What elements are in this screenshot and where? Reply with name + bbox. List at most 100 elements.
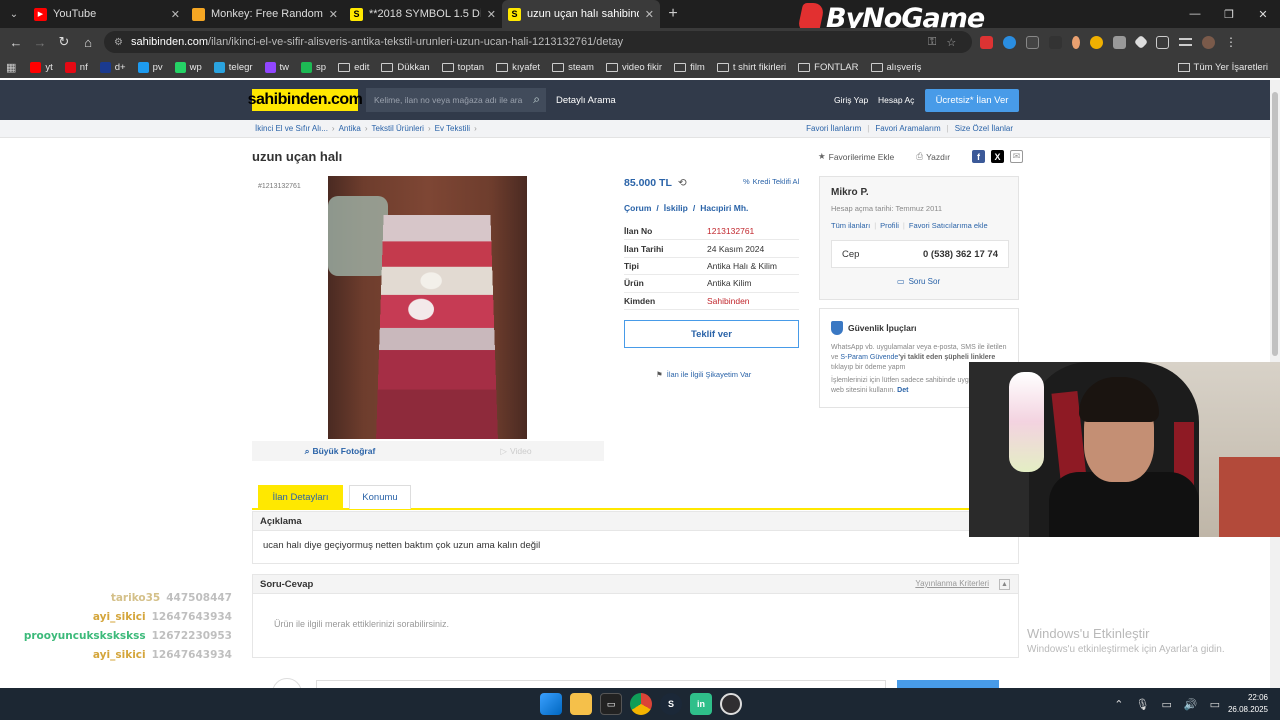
extension-icon[interactable] [1026, 35, 1039, 49]
question-input[interactable] [316, 680, 886, 688]
bookmark-folder[interactable]: FONTLAR [798, 62, 859, 73]
extension-icon[interactable] [1003, 35, 1016, 49]
bookmark-yt[interactable]: yt [30, 61, 53, 73]
extension-icon[interactable] [1133, 34, 1149, 50]
seller-link[interactable]: Profili [880, 221, 899, 230]
tab-close-icon[interactable]: ✕ [645, 8, 654, 21]
bookmark-folder[interactable]: video fikir [605, 62, 662, 73]
phone-number[interactable]: 0 (538) 362 17 74 [923, 249, 998, 260]
windows-start-icon[interactable] [540, 693, 562, 715]
forward-icon[interactable]: → [28, 35, 52, 50]
bookmark-folder[interactable]: Dükkan [381, 62, 430, 73]
bookmark-star-icon[interactable]: ☆ [946, 36, 956, 49]
extensions-puzzle-icon[interactable] [1156, 35, 1169, 49]
terminal-icon[interactable]: ▭ [600, 693, 622, 715]
extension-icon[interactable] [1072, 35, 1080, 49]
tab-close-icon[interactable]: ✕ [487, 8, 496, 21]
collapse-icon[interactable]: ▲ [999, 579, 1010, 590]
taskbar-clock[interactable]: 22:06 26.08.2025 [1228, 692, 1268, 716]
tab-close-icon[interactable]: ✕ [329, 8, 338, 21]
post-ad-button[interactable]: Ücretsiz* İlan Ver [925, 89, 1019, 112]
add-favorite-button[interactable]: ★ Favorilerime Ekle [818, 151, 894, 162]
bookmark-folder[interactable]: edit [338, 62, 369, 73]
complaint-link[interactable]: ⚑ İlan ile İlgili Şikayetim Var [656, 370, 751, 379]
password-key-icon[interactable]: ⚿ [928, 36, 936, 49]
breadcrumb-item[interactable]: Tekstil Ürünleri [372, 124, 424, 133]
info-value[interactable]: Sahibinden [707, 296, 750, 306]
tab-close-icon[interactable]: ✕ [171, 8, 180, 21]
price-history-icon[interactable]: ⟲ [678, 177, 687, 189]
menu-kebab-icon[interactable]: ⋮ [1225, 35, 1237, 49]
tab-search-chevron-icon[interactable]: ⌄ [0, 0, 28, 28]
reading-list-icon[interactable] [1179, 38, 1192, 46]
credit-offer-link[interactable]: % Kredi Teklifi Al [743, 177, 799, 186]
profile-avatar[interactable] [1202, 35, 1215, 49]
volume-icon[interactable]: 🔊 [1184, 698, 1198, 711]
battery-icon[interactable]: ▭ [1210, 698, 1220, 711]
listing-photo[interactable] [328, 176, 527, 439]
new-tab-button[interactable]: + [660, 5, 686, 23]
bookmark-folder[interactable]: film [674, 62, 705, 73]
search-input[interactable] [374, 95, 524, 105]
bookmark-d+[interactable]: d+ [99, 61, 126, 73]
favorite-link[interactable]: Favori Aramalarım [875, 124, 940, 133]
scrollbar-thumb[interactable] [1272, 92, 1278, 356]
obs-icon[interactable] [720, 693, 742, 715]
email-icon[interactable]: ✉ [1010, 150, 1024, 163]
back-icon[interactable]: ← [4, 35, 28, 50]
tab-listing-details[interactable]: İlan Detayları [258, 485, 343, 509]
detailed-search-link[interactable]: Detaylı Arama [556, 95, 616, 106]
browser-tab[interactable]: S **2018 SYMBOL 1.5 DİZEL TRA ✕ [344, 0, 502, 28]
extension-icon[interactable] [980, 35, 993, 49]
browser-tab[interactable]: ▶ YouTube ✕ [28, 0, 186, 28]
bookmark-tw[interactable]: tw [264, 61, 289, 73]
seller-link[interactable]: Favori Satıcılarıma ekle [909, 221, 988, 230]
all-bookmarks-folder[interactable]: Tüm Yer İşaretleri [1177, 56, 1268, 78]
bookmark-folder[interactable]: steam [552, 62, 594, 73]
reload-icon[interactable]: ↻ [52, 34, 76, 50]
favorite-link[interactable]: Favori İlanlarım [806, 124, 861, 133]
app-icon[interactable]: in [690, 693, 712, 715]
facebook-icon[interactable]: f [972, 150, 986, 163]
restore-icon[interactable]: ❐ [1212, 0, 1246, 28]
bookmark-wp[interactable]: wp [174, 61, 202, 73]
apps-grid-icon[interactable]: ▦ [6, 61, 16, 74]
home-icon[interactable]: ⌂ [76, 35, 100, 50]
browser-tab[interactable]: Suzun uçan halı sahibinden.com ✕ [502, 0, 660, 28]
ask-question-button[interactable]: ▭ Soru Sor [897, 277, 940, 286]
login-link[interactable]: Giriş Yap [834, 95, 868, 105]
make-offer-button[interactable]: Teklif ver [624, 320, 799, 348]
extension-icon[interactable] [1113, 35, 1126, 49]
browser-tab[interactable]: Monkey: Free Random Vide ✕ [186, 0, 344, 28]
bookmark-nf[interactable]: nf [64, 61, 88, 73]
bookmark-pv[interactable]: pv [137, 61, 163, 73]
url-field[interactable]: ⚙ sahibinden.com/ilan/ikinci-el-ve-sifir… [104, 31, 972, 53]
seller-name[interactable]: Mikro P. [831, 187, 869, 198]
bookmark-folder[interactable]: alışveriş [870, 62, 921, 73]
location-link[interactable]: İskilip [664, 203, 688, 213]
big-photo-button[interactable]: ⌕ Büyük Fotoğraf [252, 441, 428, 461]
seller-link[interactable]: Tüm ilanları [831, 221, 870, 230]
network-icon[interactable]: ▭ [1161, 698, 1171, 711]
close-window-icon[interactable]: ✕ [1246, 0, 1280, 28]
steam-icon[interactable]: S [660, 693, 682, 715]
microphone-icon[interactable]: 🎙 [1136, 698, 1150, 711]
chrome-icon[interactable] [630, 693, 652, 715]
info-value[interactable]: 1213132761 [707, 226, 754, 236]
file-explorer-icon[interactable] [570, 693, 592, 715]
tab-location[interactable]: Konumu [349, 485, 411, 509]
send-question-button[interactable] [897, 680, 999, 688]
register-link[interactable]: Hesap Aç [878, 95, 914, 105]
extension-icon[interactable] [1090, 35, 1103, 49]
print-button[interactable]: ⎙ Yazdır [916, 151, 950, 162]
minimize-icon[interactable]: — [1178, 0, 1212, 28]
breadcrumb-item[interactable]: Antika [339, 124, 361, 133]
location-link[interactable]: Hacıpiri Mh. [700, 203, 748, 213]
bookmark-folder[interactable]: toptan [441, 62, 484, 73]
location-link[interactable]: Çorum [624, 203, 651, 213]
bookmark-sp[interactable]: sp [301, 61, 326, 73]
site-info-icon[interactable]: ⚙ [114, 37, 123, 48]
publish-criteria-link[interactable]: Yayınlanma Kriterleri [915, 579, 989, 590]
bookmark-folder[interactable]: kıyafet [496, 62, 540, 73]
favorite-link[interactable]: Size Özel İlanlar [955, 124, 1013, 133]
